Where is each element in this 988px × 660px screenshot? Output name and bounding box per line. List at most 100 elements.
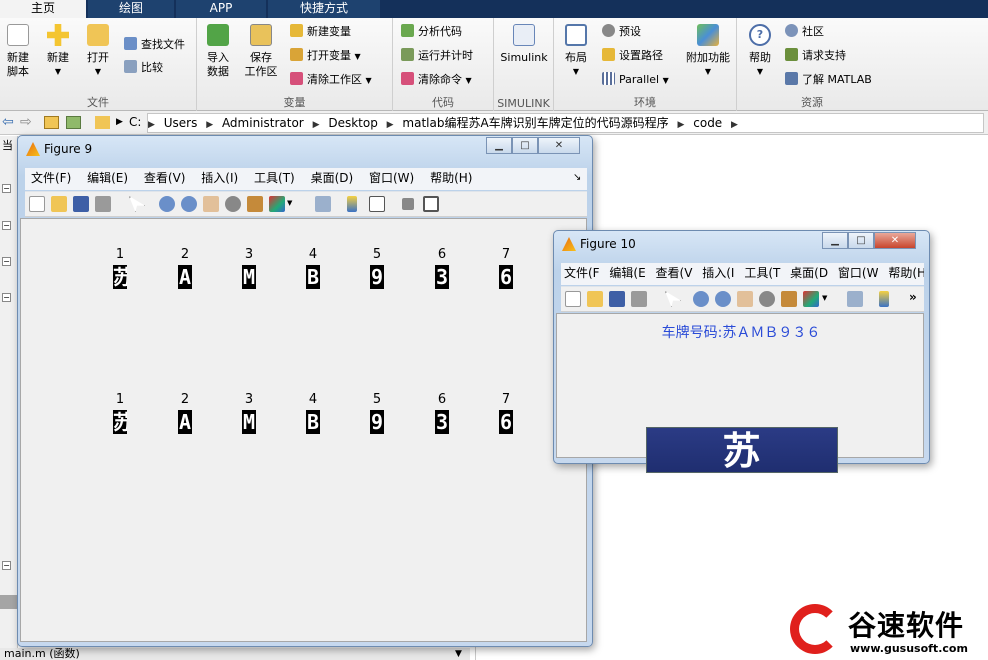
menu-edit[interactable]: 编辑(E [609, 263, 645, 283]
breadcrumb-project-folder[interactable]: matlab编程苏A车牌识别车牌定位的代码源码程序 [402, 114, 668, 132]
zoom-out-icon[interactable] [181, 196, 197, 212]
close-button[interactable]: ✕ [538, 137, 580, 154]
help-button[interactable]: ? 帮助 ▼ [743, 24, 777, 79]
print-icon[interactable] [631, 291, 647, 307]
minimize-button[interactable]: ▁ [486, 137, 512, 154]
colorbar-icon[interactable] [347, 196, 357, 212]
clear-workspace-button[interactable]: 清除工作区 ▼ [290, 71, 372, 89]
menu-file[interactable]: 文件(F [564, 263, 600, 283]
brush-icon[interactable] [803, 291, 819, 307]
collapse-icon[interactable]: − [2, 293, 11, 302]
request-support-button[interactable]: 请求支持 [785, 47, 846, 65]
link-plot-icon[interactable] [847, 291, 863, 307]
file-item-label[interactable]: main.m (函数) [4, 648, 80, 660]
open-file-icon[interactable] [51, 196, 67, 212]
colorbar-icon[interactable] [879, 291, 889, 307]
pan-hand-icon[interactable] [203, 196, 219, 212]
menu-view[interactable]: 查看(V [656, 263, 693, 283]
data-cursor-icon[interactable] [247, 196, 263, 212]
drive-label[interactable]: C: [129, 115, 141, 129]
chevron-down-icon[interactable]: ▼ [455, 648, 462, 660]
figure10-window[interactable]: Figure 10 ▁ □ ✕ 文件(F 编辑(E 查看(V 插入(I 工具(T… [553, 230, 930, 519]
forward-arrow-icon[interactable]: ⇨ [20, 114, 32, 130]
menu-desktop[interactable]: 桌面(D [790, 263, 828, 283]
data-cursor-icon[interactable] [781, 291, 797, 307]
simulink-button[interactable]: Simulink [498, 24, 550, 65]
save-icon[interactable] [73, 196, 89, 212]
preferences-button[interactable]: 预设 [602, 23, 641, 41]
pan-hand-icon[interactable] [737, 291, 753, 307]
collapse-icon[interactable]: − [2, 221, 11, 230]
new-variable-button[interactable]: 新建变量 [290, 23, 351, 41]
menu-tools[interactable]: 工具(T [744, 263, 780, 283]
menu-window[interactable]: 窗口(W [838, 263, 879, 283]
new-figure-icon[interactable] [29, 196, 45, 212]
menu-insert[interactable]: 插入(I) [201, 168, 238, 188]
breadcrumb-users[interactable]: Users [164, 114, 198, 132]
import-data-button[interactable]: 导入 数据 [203, 24, 233, 79]
run-and-time-button[interactable]: 运行并计时 [401, 47, 473, 65]
new-button[interactable]: 新建 ▼ [42, 24, 74, 79]
close-button[interactable]: ✕ [874, 232, 916, 249]
hide-tools-icon[interactable] [402, 198, 414, 210]
breadcrumb-desktop[interactable]: Desktop [328, 114, 378, 132]
zoom-out-icon[interactable] [715, 291, 731, 307]
learn-matlab-button[interactable]: 了解 MATLAB [785, 71, 872, 89]
menu-help[interactable]: 帮助(H [888, 263, 924, 283]
tab-apps[interactable]: APP [176, 0, 266, 18]
save-icon[interactable] [609, 291, 625, 307]
new-script-button[interactable]: 新建 脚本 [3, 24, 33, 79]
brush-icon[interactable] [269, 196, 285, 212]
new-figure-icon[interactable] [565, 291, 581, 307]
selected-row[interactable] [0, 595, 17, 609]
chevron-down-icon[interactable]: ▼ [822, 294, 827, 302]
analyze-code-button[interactable]: 分析代码 [401, 23, 462, 41]
minimize-button[interactable]: ▁ [822, 232, 848, 249]
back-arrow-icon[interactable]: ⇦ [2, 114, 14, 130]
rotate-icon[interactable] [225, 196, 241, 212]
open-variable-button[interactable]: 打开变量 ▼ [290, 47, 361, 65]
community-button[interactable]: 社区 [785, 23, 824, 41]
rotate-icon[interactable] [759, 291, 775, 307]
chevron-down-icon[interactable]: ▼ [287, 199, 292, 207]
save-workspace-button[interactable]: 保存 工作区 [241, 24, 281, 79]
pointer-icon[interactable] [665, 291, 681, 307]
menu-desktop[interactable]: 桌面(D) [311, 168, 354, 188]
maximize-button[interactable]: □ [512, 137, 538, 154]
menu-window[interactable]: 窗口(W) [369, 168, 414, 188]
link-plot-icon[interactable] [315, 196, 331, 212]
dock-arrow-icon[interactable]: ↘ [573, 168, 581, 188]
print-icon[interactable] [95, 196, 111, 212]
open-file-icon[interactable] [587, 291, 603, 307]
breadcrumb-administrator[interactable]: Administrator [222, 114, 304, 132]
breadcrumb-code[interactable]: code [693, 114, 722, 132]
menu-insert[interactable]: 插入(I [702, 263, 734, 283]
open-button[interactable]: 打开 ▼ [82, 24, 114, 79]
legend-icon[interactable] [369, 196, 385, 212]
dock-figure-icon[interactable] [423, 196, 439, 212]
tab-shortcuts[interactable]: 快捷方式 [268, 0, 380, 18]
overflow-chevron-icon[interactable]: » [909, 290, 917, 304]
zoom-in-icon[interactable] [693, 291, 709, 307]
maximize-button[interactable]: □ [848, 232, 874, 249]
figure9-window[interactable]: Figure 9 ▁ □ ✕ 文件(F) 编辑(E) 查看(V) 插入(I) 工… [17, 135, 593, 647]
tab-plots[interactable]: 绘图 [88, 0, 174, 18]
compare-button[interactable]: 比较 [124, 59, 163, 77]
browse-folder-icon[interactable] [66, 116, 81, 129]
menu-edit[interactable]: 编辑(E) [87, 168, 128, 188]
layout-button[interactable]: 布局 ▼ [562, 24, 590, 79]
menu-view[interactable]: 查看(V) [144, 168, 186, 188]
collapse-icon[interactable]: − [2, 561, 11, 570]
menu-help[interactable]: 帮助(H) [430, 168, 472, 188]
tab-home[interactable]: 主页 [0, 0, 86, 18]
pointer-icon[interactable] [129, 196, 145, 212]
up-folder-icon[interactable] [44, 116, 59, 129]
collapse-icon[interactable]: − [2, 257, 11, 266]
clear-commands-button[interactable]: 清除命令 ▼ [401, 71, 472, 89]
find-files-button[interactable]: 查找文件 [124, 36, 185, 54]
menu-file[interactable]: 文件(F) [31, 168, 71, 188]
set-path-button[interactable]: 设置路径 [602, 47, 663, 65]
collapse-icon[interactable]: − [2, 184, 11, 193]
add-ons-button[interactable]: 附加功能 ▼ [684, 24, 732, 79]
zoom-in-icon[interactable] [159, 196, 175, 212]
